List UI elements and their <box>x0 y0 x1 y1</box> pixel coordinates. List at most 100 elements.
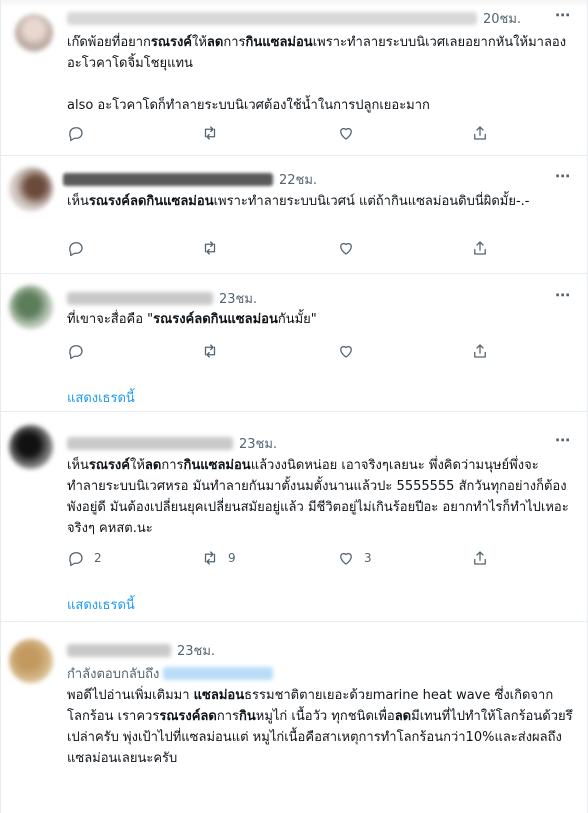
tweet-text-segment: ที่เขาจะสื่อคือ " <box>67 312 154 327</box>
heart-icon <box>340 242 352 255</box>
reply-icon <box>69 345 83 360</box>
avatar[interactable] <box>9 425 53 469</box>
retweet-count: 9 <box>228 551 236 565</box>
user-name-blurred[interactable] <box>67 11 477 25</box>
show-thread-link[interactable]: แสดงเธรดนี้ <box>67 594 135 615</box>
highlighted-keyword: รณรงค์ลด <box>159 709 217 724</box>
highlighted-keyword: ลด <box>206 35 224 50</box>
user-name-blurred[interactable] <box>67 291 213 305</box>
tweet[interactable]: 23ชม. กำลังตอบกลับถึง พอดีไปอ่านเพิ่มเติ… <box>1 621 587 813</box>
more-options-icon[interactable]: ⋯ <box>555 167 571 185</box>
like-button[interactable] <box>337 342 364 360</box>
like-button[interactable] <box>337 239 364 257</box>
more-options-icon[interactable]: ⋯ <box>555 286 571 304</box>
tweet-text-segment: การ <box>223 35 246 50</box>
highlighted-keyword: รณรงค์ <box>88 458 130 473</box>
tweet-text-segment: การ <box>161 458 184 473</box>
show-thread-link[interactable]: แสดงเธรดนี้ <box>67 387 135 408</box>
tweet-text-segment: ให้ <box>192 35 207 50</box>
retweet-button[interactable] <box>201 124 228 142</box>
tweet-text: เห็นรณรงค์ลดกินแซลม่อนเพราะทำลายระบบนิเว… <box>67 191 573 212</box>
more-options-icon[interactable]: ⋯ <box>555 6 571 24</box>
share-button[interactable] <box>471 124 489 142</box>
share-button[interactable] <box>471 342 489 360</box>
tweet-header: 23ชม. <box>67 640 215 660</box>
tweet-header: 20ชม. <box>67 8 521 28</box>
retweet-icon <box>204 126 216 140</box>
tweet-text: เห็นรณรงค์ให้ลดการกินแซลม่อนแล้วงงนิดหน่… <box>67 455 573 539</box>
avatar[interactable] <box>9 639 53 683</box>
retweet-icon <box>204 241 216 255</box>
heart-icon <box>340 345 352 358</box>
share-icon <box>474 126 486 140</box>
reply-icon <box>69 127 83 142</box>
tweet-time[interactable]: 23ชม. <box>177 640 215 661</box>
avatar[interactable] <box>9 167 53 211</box>
tweet-time[interactable]: 22ชม. <box>279 169 317 190</box>
reply-icon <box>69 552 83 567</box>
tweet-text-segment: เห็น <box>67 458 89 473</box>
avatar[interactable] <box>9 285 53 329</box>
avatar[interactable] <box>15 14 53 52</box>
tweet-text: พอดีไปอ่านเพิ่มเติมมา แซลม่อนธรรมชาติตาย… <box>67 685 573 769</box>
tweet-actions <box>67 342 507 362</box>
tweet-text: เก๊ดพ้อยที่อยากรณรงค์ให้ลดการกินแซลม่อนเ… <box>67 32 573 116</box>
highlighted-keyword: กิน <box>238 709 256 724</box>
reply-button[interactable] <box>67 124 94 142</box>
replying-to: กำลังตอบกลับถึง <box>67 663 274 684</box>
tweet-header: 22ชม. <box>63 169 317 189</box>
reply-count: 2 <box>94 551 102 565</box>
heart-icon <box>340 127 352 140</box>
retweet-button[interactable] <box>201 239 228 257</box>
reply-button[interactable] <box>67 239 94 257</box>
heart-icon <box>340 552 352 565</box>
tweet[interactable]: 23ชม. ⋯ เห็นรณรงค์ให้ลดการกินแซลม่อนแล้ว… <box>1 411 587 622</box>
tweet-text-segment: พอดีไปอ่านเพิ่มเติมมา <box>67 688 194 703</box>
replying-to-label: กำลังตอบกลับถึง <box>67 667 160 682</box>
retweet-button[interactable]: 9 <box>201 549 236 567</box>
highlighted-keyword: รณรงค์ <box>150 35 192 50</box>
like-count: 3 <box>364 551 372 565</box>
tweet-time[interactable]: 23ชม. <box>239 433 277 454</box>
reply-feed: 20ชม. ⋯ เก๊ดพ้อยที่อยากรณรงค์ให้ลดการกิน… <box>0 0 588 813</box>
like-button[interactable]: 3 <box>337 549 372 567</box>
highlighted-keyword: ลด <box>394 709 412 724</box>
like-button[interactable] <box>337 124 364 142</box>
tweet-header: 23ชม. <box>67 288 257 308</box>
highlighted-keyword: กินแซลม่อน <box>183 458 251 473</box>
share-button[interactable] <box>471 239 489 257</box>
retweet-button[interactable] <box>201 342 228 360</box>
tweet-time[interactable]: 20ชม. <box>483 8 521 29</box>
tweet-text: ที่เขาจะสื่อคือ "รณรงค์ลดกินแซลม่อนกันมั… <box>67 309 573 330</box>
tweet-text-segment: กันมั้ย" <box>277 312 317 327</box>
tweet-text-segment: เก๊ดพ้อยที่อยาก <box>67 35 151 50</box>
tweet-header: 23ชม. <box>67 433 277 453</box>
reply-button[interactable] <box>67 342 94 360</box>
share-button[interactable] <box>471 549 489 567</box>
tweet-actions <box>67 124 507 144</box>
tweet-time[interactable]: 23ชม. <box>219 288 257 309</box>
tweet-text-segment: ให้ <box>129 458 145 473</box>
replying-to-handle-blurred[interactable] <box>163 667 274 680</box>
highlighted-keyword: แซลม่อน <box>193 688 245 703</box>
tweet-text-segment: หมูไก่ เนื้อวัว ทุกชนิดเพื่อ <box>255 709 395 724</box>
tweet-text-segment: การ <box>216 709 239 724</box>
highlighted-keyword: กินแซลม่อน <box>245 35 313 50</box>
tweet[interactable]: 20ชม. ⋯ เก๊ดพ้อยที่อยากรณรงค์ให้ลดการกิน… <box>1 0 587 156</box>
tweet-actions: 2 9 3 <box>67 549 507 569</box>
retweet-icon <box>204 344 216 358</box>
reply-button[interactable]: 2 <box>67 549 102 567</box>
tweet[interactable]: 22ชม. ⋯ เห็นรณรงค์ลดกินแซลม่อนเพราะทำลาย… <box>1 155 587 274</box>
more-options-icon[interactable]: ⋯ <box>555 431 571 449</box>
user-name-blurred[interactable] <box>67 643 171 657</box>
share-icon <box>474 551 486 565</box>
share-icon <box>474 241 486 255</box>
retweet-icon <box>204 551 216 565</box>
user-name-blurred[interactable] <box>63 172 273 186</box>
reply-icon <box>69 242 83 257</box>
tweet[interactable]: 23ชม. ⋯ ที่เขาจะสื่อคือ "รณรงค์ลดกินแซลม… <box>1 273 587 412</box>
tweet-text-segment: เพราะทำลายระบบนิเวศน์ แต่ถ้ากินแซลม่อนดิ… <box>213 194 530 209</box>
highlighted-keyword: ลด <box>144 458 162 473</box>
user-name-blurred[interactable] <box>67 436 233 450</box>
highlighted-keyword: รณรงค์ลดกินแซลม่อน <box>153 312 278 327</box>
